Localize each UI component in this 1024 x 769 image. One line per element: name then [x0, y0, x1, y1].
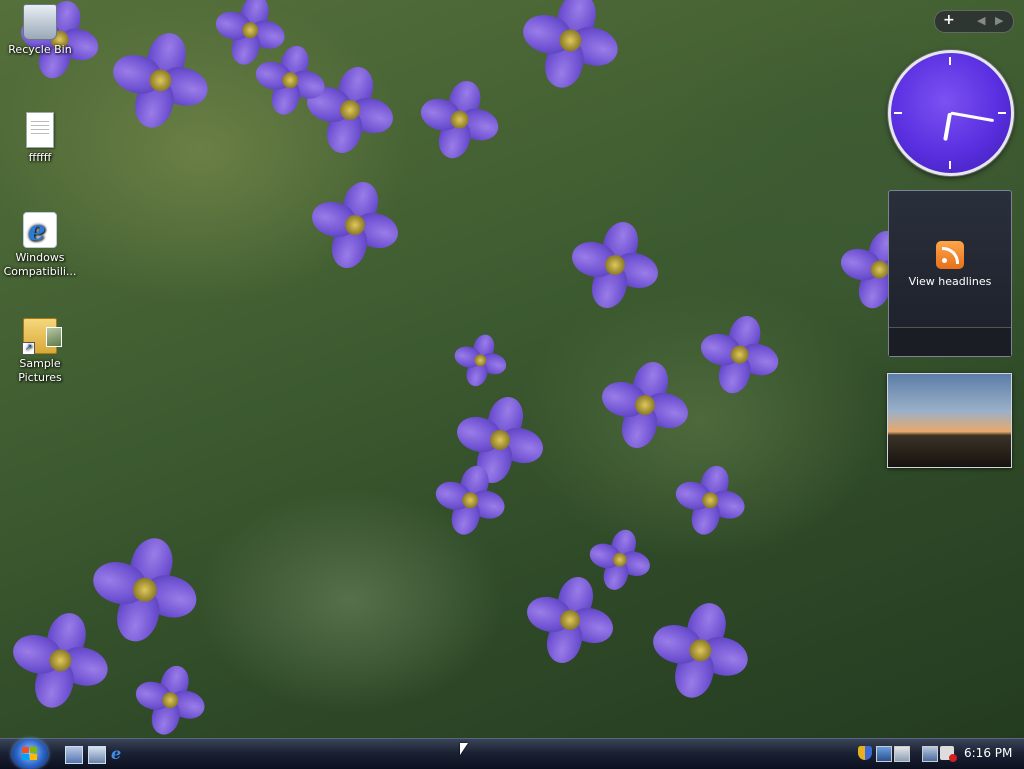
- clock-tick: [949, 57, 951, 65]
- internet-explorer-icon: e: [23, 212, 57, 248]
- feed-gadget-footer: [889, 327, 1011, 356]
- sample-pictures-desktop-icon[interactable]: ↗ Sample Pictures: [2, 318, 78, 385]
- start-button[interactable]: [12, 739, 48, 769]
- windows-update-icon[interactable]: [894, 746, 910, 762]
- wallpaper-flower: [672, 462, 748, 538]
- internet-explorer-icon[interactable]: e: [111, 746, 127, 762]
- next-gadget-page-button[interactable]: ▶: [995, 14, 1003, 27]
- network-connection-icon[interactable]: [922, 746, 938, 762]
- system-tray: 6:16 PM: [852, 739, 1024, 769]
- wallpaper-flower: [648, 598, 758, 708]
- wallpaper-flower: [8, 608, 118, 718]
- desktop-icon-label: Sample Pictures: [18, 357, 62, 384]
- volume-muted-icon[interactable]: [940, 746, 957, 762]
- security-shield-icon[interactable]: [858, 746, 872, 760]
- windows-logo-icon: [22, 747, 38, 761]
- wallpaper-flower: [132, 662, 208, 738]
- rss-feed-icon: [936, 241, 964, 269]
- switch-windows-icon[interactable]: [88, 746, 106, 764]
- wallpaper-flower: [587, 527, 653, 593]
- clock-tick: [894, 112, 902, 114]
- wallpaper-flower: [518, 0, 628, 98]
- previous-gadget-page-button[interactable]: ◀: [977, 14, 985, 27]
- wallpaper-flower: [252, 42, 328, 118]
- wallpaper-flower: [308, 178, 402, 272]
- show-desktop-icon[interactable]: [65, 746, 83, 764]
- slideshow-gadget[interactable]: [887, 373, 1012, 468]
- clock-tick: [998, 112, 1006, 114]
- shortcut-arrow-icon: ↗: [22, 342, 35, 355]
- wallpaper-flower: [108, 28, 218, 138]
- clock-hour-hand: [943, 112, 952, 141]
- wallpaper-flower: [432, 462, 508, 538]
- network-icon[interactable]: [876, 746, 892, 762]
- clock-gadget[interactable]: [888, 50, 1014, 176]
- taskbar-clock[interactable]: 6:16 PM: [964, 746, 1012, 760]
- desktop-icon-label: Recycle Bin: [8, 43, 72, 56]
- recycle-bin-icon: [23, 4, 57, 40]
- sidebar-controls: + ◀ ▶: [934, 10, 1014, 33]
- add-gadget-button[interactable]: +: [943, 12, 955, 28]
- ffffff-file-desktop-icon[interactable]: ffffff: [2, 112, 78, 165]
- desktop-icon-label: ffffff: [28, 151, 52, 164]
- desktop-icon-label: Windows Compatibili...: [3, 251, 77, 278]
- taskbar: e 6:16 PM: [0, 738, 1024, 769]
- wallpaper-flower: [451, 331, 509, 389]
- text-document-icon: [26, 112, 54, 148]
- desktop-wallpaper[interactable]: [0, 0, 1024, 738]
- mouse-cursor-icon: [460, 743, 468, 755]
- recycle-bin-desktop-icon[interactable]: Recycle Bin: [2, 4, 78, 57]
- wallpaper-flower: [212, 0, 288, 68]
- wallpaper-flower: [598, 358, 692, 452]
- wallpaper-flower: [417, 77, 503, 163]
- view-headlines-link[interactable]: View headlines: [889, 275, 1011, 288]
- wallpaper-flower: [523, 573, 617, 667]
- clock-tick: [949, 161, 951, 169]
- wallpaper-flower: [697, 312, 783, 398]
- clock-minute-hand: [950, 111, 995, 123]
- feed-headlines-gadget[interactable]: View headlines: [888, 190, 1012, 357]
- windows-compatibility-desktop-icon[interactable]: e Windows Compatibili...: [2, 212, 78, 279]
- pictures-folder-icon: ↗: [22, 318, 62, 355]
- wallpaper-flower: [568, 218, 662, 312]
